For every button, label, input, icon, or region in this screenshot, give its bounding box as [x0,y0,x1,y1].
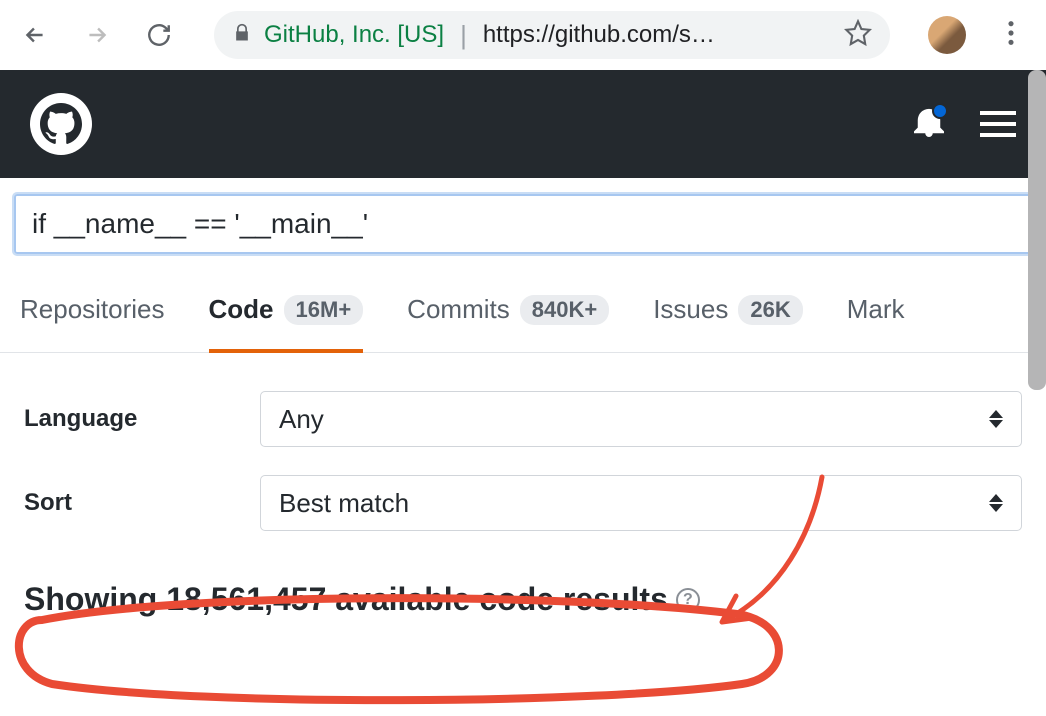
language-select[interactable]: Any [260,391,1022,447]
browser-toolbar: GitHub, Inc. [US] | https://github.com/s… [0,0,1046,70]
notifications-button[interactable] [914,107,944,142]
results-heading: Showing 18,561,457 available code result… [0,559,1046,618]
tab-label: Code [209,294,274,325]
tab-commits[interactable]: Commits 840K+ [407,294,609,349]
select-caret-icon [989,410,1003,428]
lock-icon [232,23,252,48]
back-button[interactable] [18,18,52,52]
url-company: GitHub, Inc. [US] [264,21,444,49]
select-caret-icon [989,494,1003,512]
reload-button[interactable] [142,18,176,52]
scrollbar[interactable] [1028,70,1046,390]
url-divider: | [460,20,467,51]
sort-label: Sort [24,489,260,517]
more-menu-button[interactable] [994,19,1028,52]
sort-select[interactable]: Best match [260,475,1022,531]
tab-label: Mark [847,294,905,325]
tab-badge: 16M+ [284,295,364,325]
tab-badge: 840K+ [520,295,609,325]
tab-repositories[interactable]: Repositories [20,294,165,349]
tab-badge: 26K [738,295,802,325]
select-value: Any [279,404,324,435]
select-value: Best match [279,488,409,519]
star-icon[interactable] [844,19,872,52]
tab-label: Issues [653,294,728,325]
search-input[interactable] [14,194,1032,254]
help-icon[interactable]: ? [676,588,700,612]
forward-button[interactable] [80,18,114,52]
notification-dot-icon [932,103,948,119]
menu-button[interactable] [980,111,1016,137]
language-label: Language [24,405,260,433]
url-text: https://github.com/s… [483,21,715,49]
github-logo[interactable] [30,93,92,155]
avatar[interactable] [928,16,966,54]
address-bar[interactable]: GitHub, Inc. [US] | https://github.com/s… [214,11,890,59]
tab-issues[interactable]: Issues 26K [653,294,803,349]
tab-code[interactable]: Code 16M+ [209,294,364,353]
search-container [0,178,1046,254]
results-text: Showing 18,561,457 available code result… [24,581,668,618]
search-tabs: Repositories Code 16M+ Commits 840K+ Iss… [0,254,1046,353]
tab-marketplace[interactable]: Mark [847,294,905,349]
filters: Language Any Sort Best match [0,353,1046,531]
tab-label: Repositories [20,294,165,325]
tab-label: Commits [407,294,510,325]
github-header [0,70,1046,178]
